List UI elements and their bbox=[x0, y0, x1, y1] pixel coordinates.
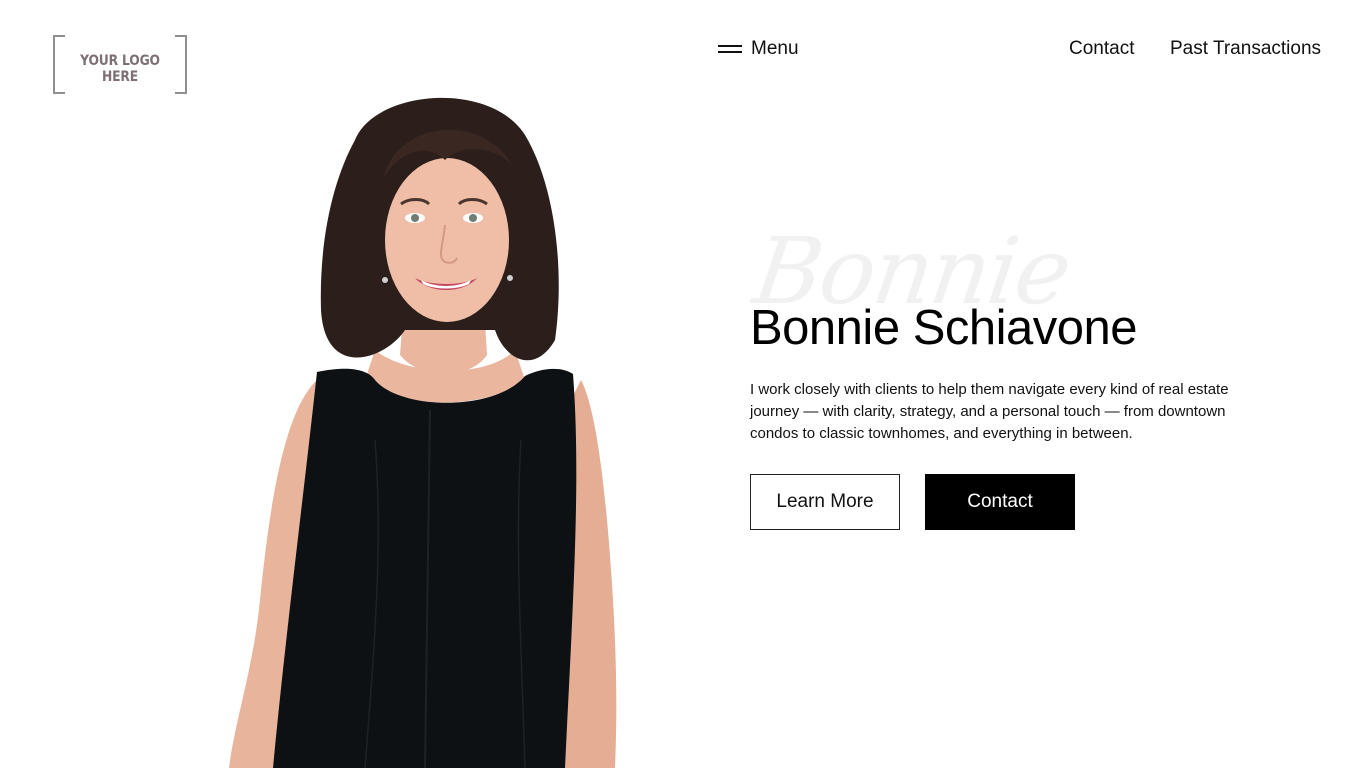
logo-text: YOUR LOGO HERE bbox=[80, 53, 160, 85]
nav-link-past-transactions[interactable]: Past Transactions bbox=[1170, 38, 1321, 60]
hero-description: I work closely with clients to help them… bbox=[750, 381, 1229, 442]
learn-more-button[interactable]: Learn More bbox=[750, 474, 900, 530]
menu-button[interactable]: Menu bbox=[718, 38, 799, 60]
hero-title: Bonnie Schiavone bbox=[750, 301, 1138, 355]
agent-portrait bbox=[225, 80, 625, 768]
site-logo[interactable]: YOUR LOGO HERE bbox=[53, 35, 187, 94]
nav-link-contact[interactable]: Contact bbox=[1069, 38, 1134, 60]
hamburger-icon bbox=[718, 44, 742, 54]
page: YOUR LOGO HERE Menu Contact Past Transac… bbox=[0, 0, 1366, 768]
contact-button[interactable]: Contact bbox=[925, 474, 1075, 530]
menu-label: Menu bbox=[751, 38, 799, 59]
